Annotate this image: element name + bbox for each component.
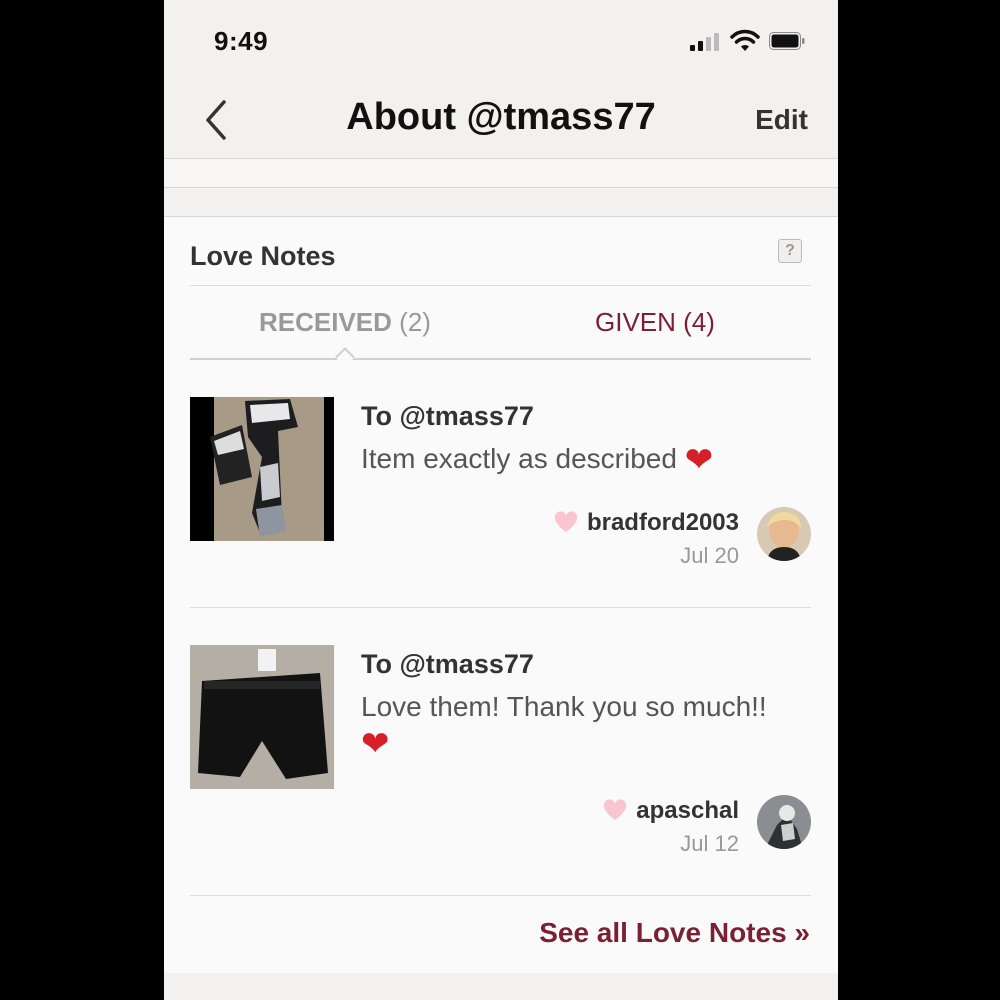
spacer — [164, 159, 838, 187]
status-bar: 9:49 — [164, 0, 838, 80]
see-all-love-notes-link[interactable]: See all Love Notes » — [539, 917, 810, 949]
bottom-gap — [164, 973, 838, 1000]
battery-icon — [769, 32, 805, 50]
help-icon[interactable]: ? — [778, 239, 802, 263]
divider — [190, 285, 811, 286]
note-recipient: To @tmass77 — [361, 401, 534, 431]
red-heart-icon: ❤ — [361, 725, 390, 763]
author-username[interactable]: apaschal — [636, 797, 739, 824]
tab-received-count: (2) — [399, 307, 431, 337]
note-author: bradford2003 — [553, 509, 739, 537]
section-title: Love Notes — [190, 241, 336, 271]
note-recipient: To @tmass77 — [361, 649, 534, 679]
tab-underline — [190, 358, 811, 360]
divider — [190, 895, 811, 896]
note-author: apaschal — [602, 797, 739, 825]
page-title: About @tmass77 — [346, 96, 656, 138]
love-note-item: To @tmass77 Item exactly as described ❤ … — [190, 397, 811, 597]
love-note-item: To @tmass77 Love them! Thank you so much… — [190, 645, 811, 875]
status-time: 9:49 — [214, 26, 269, 56]
item-photo-leggings[interactable] — [190, 397, 334, 541]
phone-screen: 9:49 About @tmass77 Edit Love Notes ? RE… — [164, 0, 838, 1000]
note-text: Love them! Thank you so much!! ❤ — [361, 689, 801, 762]
red-heart-icon: ❤ — [684, 441, 714, 479]
note-text: Item exactly as described ❤ — [361, 441, 801, 478]
note-message: Love them! Thank you so much!! — [361, 691, 767, 722]
tab-received[interactable]: RECEIVED (2) — [259, 307, 431, 338]
pink-heart-icon — [554, 511, 578, 532]
divider — [190, 607, 811, 608]
author-avatar[interactable] — [757, 795, 811, 849]
note-message: Item exactly as described — [361, 443, 677, 474]
section-gap — [164, 188, 838, 216]
tab-received-label: RECEIVED — [259, 307, 392, 337]
tab-selected-caret-icon — [335, 347, 355, 367]
note-date: Jul 12 — [680, 831, 739, 856]
pink-heart-icon — [604, 799, 627, 820]
tab-given[interactable]: GIVEN (4) — [595, 307, 715, 338]
item-photo-shorts[interactable] — [190, 645, 334, 789]
love-notes-card: Love Notes ? RECEIVED (2) GIVEN (4) To @… — [164, 216, 838, 974]
wifi-icon — [730, 29, 760, 51]
edit-button[interactable]: Edit — [755, 104, 808, 136]
cellular-signal-icon — [690, 33, 724, 51]
author-avatar[interactable] — [757, 507, 811, 561]
navigation-bar: About @tmass77 Edit — [164, 80, 838, 159]
note-date: Jul 20 — [680, 543, 739, 568]
author-username[interactable]: bradford2003 — [587, 509, 739, 536]
